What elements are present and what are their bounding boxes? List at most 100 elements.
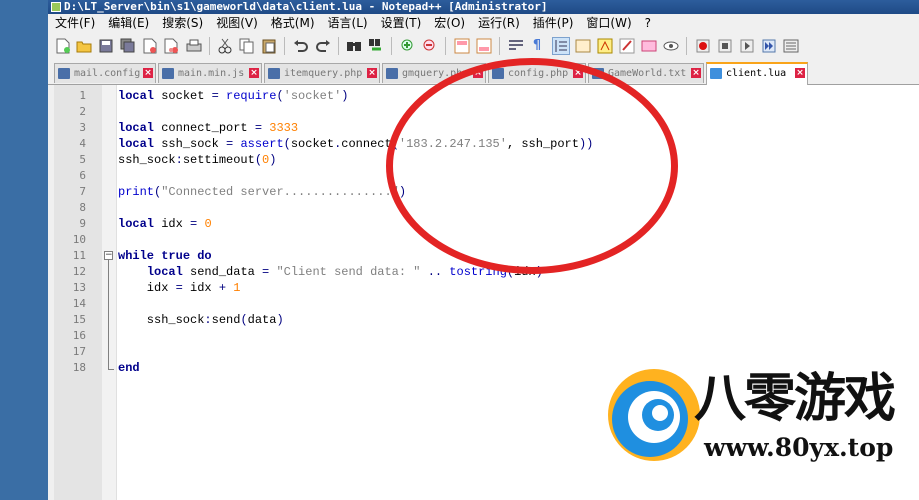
tab-label: client.lua xyxy=(726,68,787,79)
close-tab-icon[interactable]: × xyxy=(143,68,153,78)
new-file-icon[interactable] xyxy=(54,37,72,55)
menu-macro[interactable]: 宏(O) xyxy=(427,14,471,33)
code-line[interactable]: ssh_sock:send(data) xyxy=(118,312,284,328)
line-number: 2 xyxy=(79,105,86,118)
code-line[interactable]: local idx = 0 xyxy=(118,216,212,232)
find-icon[interactable] xyxy=(345,37,363,55)
tab-mail-config[interactable]: mail.config × xyxy=(54,63,156,83)
monitor-icon[interactable] xyxy=(662,37,680,55)
code-line[interactable]: local socket = require('socket') xyxy=(118,88,348,104)
close-tab-icon[interactable]: × xyxy=(691,68,701,78)
menu-help[interactable]: ? xyxy=(638,14,657,33)
undo-icon[interactable] xyxy=(292,37,310,55)
code-line[interactable]: ssh_sock:settimeout(0) xyxy=(118,152,276,168)
line-number: 17 xyxy=(72,345,86,358)
function-list-icon[interactable] xyxy=(596,37,614,55)
watermark-brand: 八零游戏 xyxy=(694,369,896,429)
code-line[interactable]: print("Connected server...............") xyxy=(118,184,406,200)
close-icon[interactable] xyxy=(141,37,159,55)
line-number: 10 xyxy=(72,233,86,246)
line-number: 8 xyxy=(79,201,86,214)
tab-client-lua[interactable]: client.lua × xyxy=(706,62,808,85)
file-icon xyxy=(58,68,70,79)
zoom-out-icon[interactable] xyxy=(421,37,439,55)
tab-itemquery-php[interactable]: itemquery.php × xyxy=(264,63,380,83)
menu-language[interactable]: 语言(L) xyxy=(321,14,374,33)
paste-icon[interactable] xyxy=(260,37,278,55)
tab-label: main.min.js xyxy=(178,68,245,79)
file-icon xyxy=(162,68,174,79)
menu-search[interactable]: 搜索(S) xyxy=(155,14,209,33)
menu-file[interactable]: 文件(F) xyxy=(48,14,101,33)
file-icon xyxy=(386,68,398,79)
code-line[interactable]: while true do xyxy=(118,248,212,264)
menu-view[interactable]: 视图(V) xyxy=(209,14,264,33)
line-number: 6 xyxy=(79,169,86,182)
line-number: 12 xyxy=(72,265,86,278)
line-number: 16 xyxy=(72,329,86,342)
line-number: 11 xyxy=(72,249,86,262)
doc-switcher-icon[interactable] xyxy=(640,37,658,55)
line-number: 14 xyxy=(72,297,86,310)
toolbar-separator xyxy=(338,37,339,55)
line-number: 7 xyxy=(79,185,86,198)
redo-icon[interactable] xyxy=(314,37,332,55)
close-tab-icon[interactable]: × xyxy=(795,68,805,78)
show-all-chars-icon[interactable]: ¶ xyxy=(528,37,546,55)
watermark-url: www.80yx.top xyxy=(704,433,894,462)
watermark-logo: 八零游戏 www.80yx.top xyxy=(602,363,919,473)
menu-window[interactable]: 窗口(W) xyxy=(579,14,637,33)
file-icon xyxy=(710,68,722,79)
fold-end-marker xyxy=(108,369,114,370)
toolbar-separator xyxy=(284,37,285,55)
replace-icon[interactable] xyxy=(367,37,385,55)
line-number: 13 xyxy=(72,281,86,294)
line-number-gutter: 1 2 3 4 5 6 7 8 9 10 11 12 13 14 15 16 17 18 xyxy=(54,85,102,500)
menu-run[interactable]: 运行(R) xyxy=(471,14,526,33)
run-macro-multiple-icon[interactable] xyxy=(760,37,778,55)
toolbar-separator xyxy=(391,37,392,55)
line-number: 4 xyxy=(79,137,86,150)
menu-format[interactable]: 格式(M) xyxy=(264,14,321,33)
fold-toggle-icon[interactable]: − xyxy=(104,251,113,260)
file-icon xyxy=(268,68,280,79)
title-bar: D:\LT_Server\bin\s1\gameworld\data\clien… xyxy=(48,0,919,14)
tab-label: mail.config xyxy=(74,68,141,79)
zoom-in-icon[interactable] xyxy=(399,37,417,55)
code-line[interactable]: end xyxy=(118,360,140,376)
open-file-icon[interactable] xyxy=(75,37,93,55)
line-number: 3 xyxy=(79,121,86,134)
menu-settings[interactable]: 设置(T) xyxy=(374,14,428,33)
sync-v-icon[interactable] xyxy=(453,37,471,55)
close-tab-icon[interactable]: × xyxy=(249,68,259,78)
play-macro-icon[interactable] xyxy=(738,37,756,55)
toolbar-separator xyxy=(686,37,687,55)
doc-map-icon[interactable] xyxy=(574,37,592,55)
save-macro-icon[interactable] xyxy=(782,37,800,55)
toolbar-separator xyxy=(499,37,500,55)
fold-guide xyxy=(108,260,109,370)
code-line[interactable]: local connect_port = 3333 xyxy=(118,120,298,136)
folder-workspace-icon[interactable] xyxy=(618,37,636,55)
print-icon[interactable] xyxy=(185,37,203,55)
record-macro-icon[interactable] xyxy=(694,37,712,55)
code-line[interactable]: idx = idx + 1 xyxy=(118,280,241,296)
cut-icon[interactable] xyxy=(216,37,234,55)
red-annotation-circle xyxy=(386,58,678,274)
word-wrap-icon[interactable] xyxy=(507,37,525,55)
line-number: 9 xyxy=(79,217,86,230)
line-number: 5 xyxy=(79,153,86,166)
menu-plugins[interactable]: 插件(P) xyxy=(526,14,580,33)
stop-macro-icon[interactable] xyxy=(716,37,734,55)
menu-edit[interactable]: 编辑(E) xyxy=(101,14,155,33)
line-number: 18 xyxy=(72,361,86,374)
save-icon[interactable] xyxy=(97,37,115,55)
indent-guide-icon[interactable] xyxy=(552,37,570,55)
close-all-icon[interactable] xyxy=(163,37,181,55)
close-tab-icon[interactable]: × xyxy=(367,68,377,78)
copy-icon[interactable] xyxy=(238,37,256,55)
sync-h-icon[interactable] xyxy=(475,37,493,55)
save-all-icon[interactable] xyxy=(119,37,137,55)
notepadpp-app-icon xyxy=(51,2,61,12)
tab-main-min-js[interactable]: main.min.js × xyxy=(158,63,262,83)
